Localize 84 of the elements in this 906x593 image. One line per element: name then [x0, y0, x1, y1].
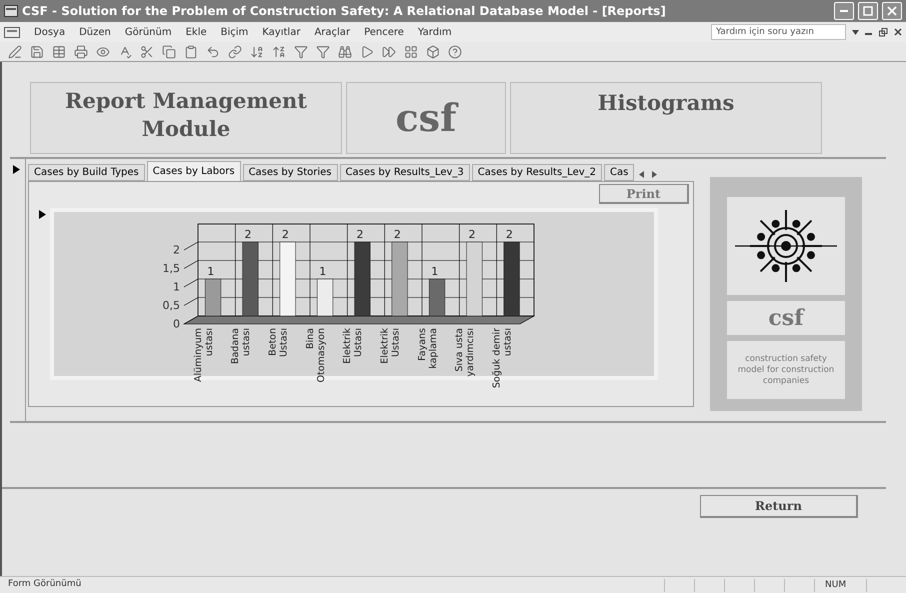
data-label: 2 — [356, 228, 364, 241]
tab[interactable]: Cases by Results_Lev_3 — [340, 164, 470, 181]
menu-item[interactable]: Biçim — [220, 24, 248, 40]
menu-item[interactable]: Araçlar — [314, 24, 350, 40]
close-icon — [887, 6, 897, 16]
category-label: Bina Otomasyon — [304, 328, 327, 382]
link-icon[interactable] — [228, 44, 242, 58]
tab[interactable]: Cas — [604, 164, 634, 181]
category-label: Elektrik Ustası — [342, 328, 364, 364]
box-icon[interactable] — [426, 44, 440, 58]
copy-icon[interactable] — [162, 44, 176, 58]
maximize-button[interactable] — [858, 2, 878, 20]
filter-form-icon[interactable] — [316, 44, 330, 58]
data-label: 1 — [319, 265, 326, 278]
data-label: 1 — [207, 265, 214, 278]
record-selector-icon — [13, 165, 20, 174]
undo-icon[interactable] — [206, 44, 220, 58]
menu-item[interactable]: Ekle — [186, 24, 207, 40]
caption-text: construction safety model for construction companies — [736, 354, 836, 386]
menu-item[interactable]: Dosya — [34, 24, 66, 40]
left-arrow-icon — [639, 170, 644, 178]
module-title: Report Management Module — [64, 87, 308, 143]
menu-item[interactable]: Görünüm — [124, 24, 172, 40]
csf-logo-text: csf — [768, 307, 804, 329]
num-lock-indicator: NUM — [814, 578, 866, 592]
pen-icon[interactable] — [8, 44, 22, 58]
print-button[interactable]: Print — [599, 184, 689, 204]
data-label: 2 — [282, 228, 289, 241]
help-search-field[interactable]: Yardım için soru yazın — [711, 24, 846, 40]
dropdown-arrow-icon[interactable] — [852, 30, 859, 34]
app-icon — [4, 5, 18, 17]
data-label: 2 — [244, 228, 252, 241]
preview-icon[interactable] — [96, 44, 110, 58]
y-tick-label: 0,5 — [162, 299, 180, 312]
paste-icon[interactable] — [184, 44, 198, 58]
data-label: 2 — [394, 228, 401, 241]
bar — [204, 278, 222, 316]
bar — [316, 278, 334, 316]
y-tick-label: 1 — [173, 280, 180, 294]
data-label: 2 — [506, 228, 513, 241]
table-icon[interactable] — [52, 44, 66, 58]
category-label: Alüminyum ustası — [192, 328, 215, 382]
cut-icon[interactable] — [140, 44, 154, 58]
fast-forward-icon[interactable] — [382, 44, 396, 58]
tab[interactable]: Cases by Labors — [146, 161, 241, 181]
data-label: 2 — [468, 228, 476, 241]
play-icon[interactable] — [360, 44, 374, 58]
csf-logo-text: csf — [396, 99, 456, 137]
save-icon[interactable] — [30, 44, 44, 58]
sort-descending-icon[interactable] — [272, 44, 286, 58]
menu-item[interactable]: Kayıtlar — [262, 24, 300, 40]
tab[interactable]: Cases by Results_Lev_2 — [472, 164, 602, 181]
section-title: Histograms — [598, 89, 734, 117]
maximize-icon — [863, 6, 873, 16]
data-label: 1 — [431, 265, 438, 278]
category-label: Elektrik Ustası — [379, 328, 402, 364]
category-label: Fayans kaplama — [416, 328, 439, 369]
menu-item[interactable]: Pencere — [364, 24, 404, 40]
close-button[interactable] — [882, 2, 902, 20]
grid-icon[interactable] — [404, 44, 418, 58]
y-tick-label: 1,5 — [162, 262, 180, 275]
filter-icon[interactable] — [294, 44, 308, 58]
close-icon[interactable] — [894, 28, 902, 36]
right-arrow-icon — [652, 170, 658, 178]
menu-item[interactable]: Yardım — [418, 24, 452, 40]
y-tick-label: 2 — [173, 244, 180, 256]
return-button[interactable]: Return — [700, 495, 858, 518]
minimize-icon — [840, 10, 848, 12]
spell-check-icon[interactable] — [118, 44, 132, 58]
printer-icon[interactable] — [74, 44, 88, 58]
bar — [428, 278, 446, 316]
sort-ascending-icon[interactable] — [250, 44, 264, 58]
tab[interactable]: Cases by Build Types — [28, 164, 145, 181]
window-title: CSF - Solution for the Problem of Construction Safety: A Relational Database Model - [Reports] — [22, 3, 667, 20]
binoculars-icon[interactable] — [338, 44, 352, 58]
form-icon — [4, 26, 20, 38]
record-selector-icon — [39, 210, 46, 219]
help-icon[interactable] — [448, 44, 462, 58]
menu-item[interactable]: Düzen — [79, 24, 111, 40]
minimize-button[interactable] — [834, 2, 854, 20]
y-tick-label: 0 — [173, 318, 180, 330]
restore-icon[interactable] — [879, 28, 888, 36]
tab[interactable]: Cases by Stories — [242, 164, 338, 181]
status-text: Form Görünümü — [7, 578, 82, 592]
